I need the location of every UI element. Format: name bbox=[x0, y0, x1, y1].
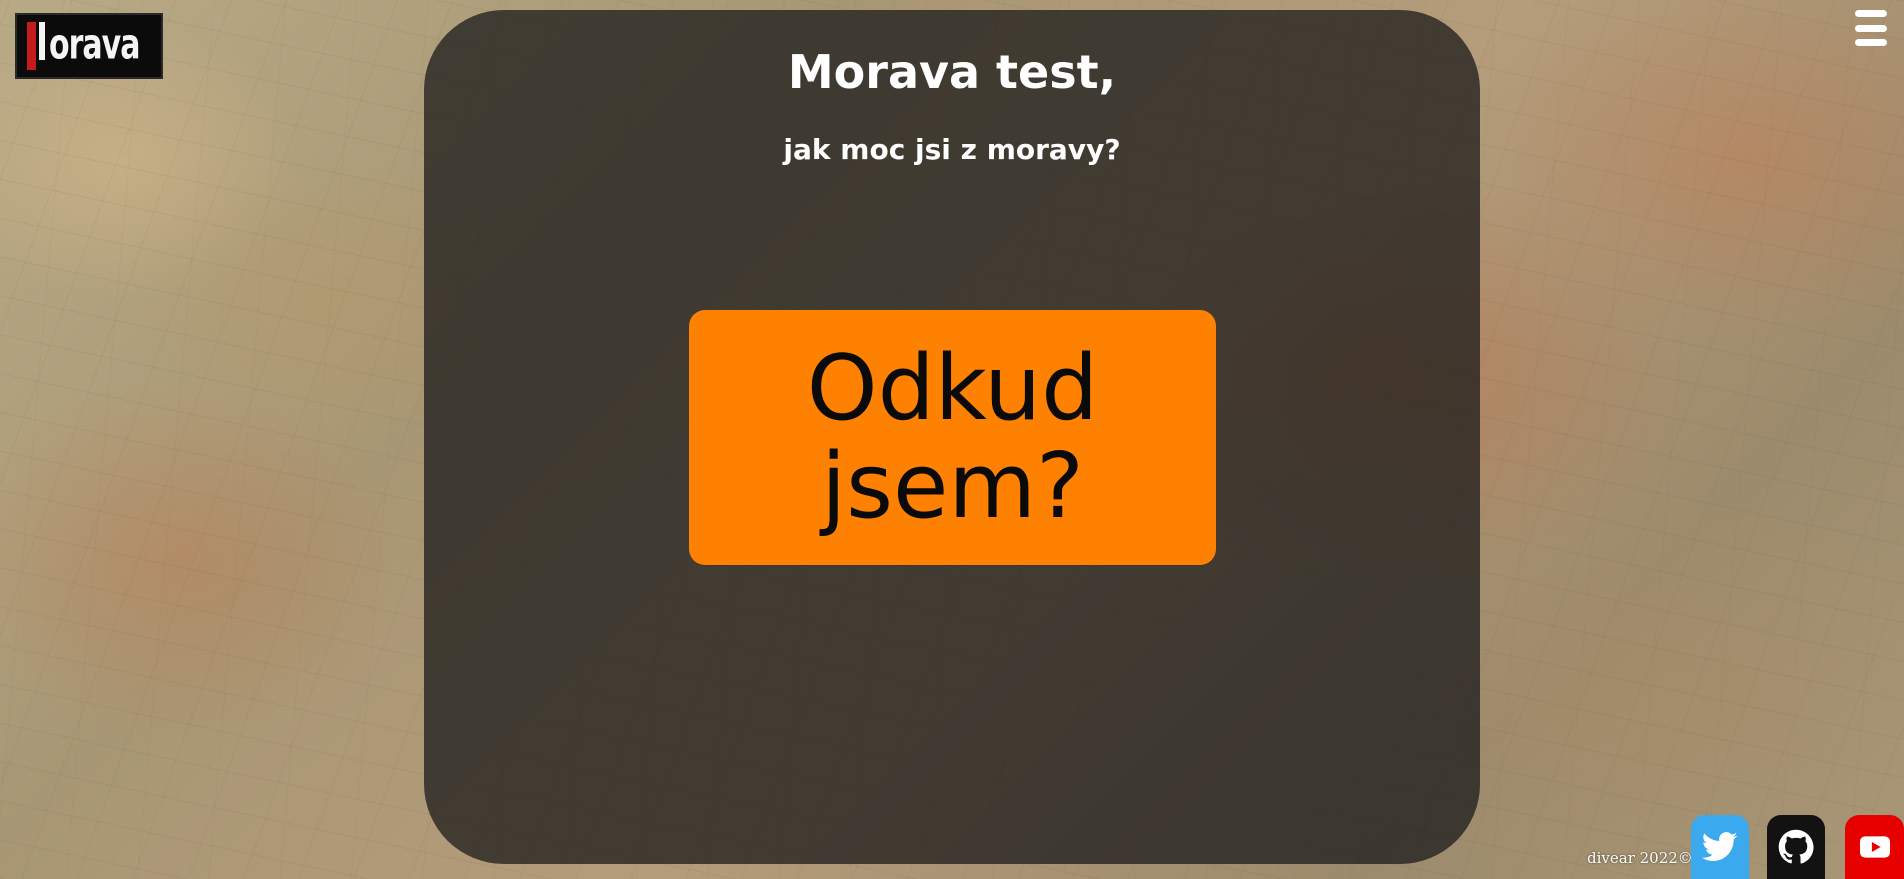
menu-line bbox=[1855, 39, 1887, 46]
menu-line bbox=[1855, 24, 1887, 32]
github-icon bbox=[1778, 829, 1814, 864]
logo-white-bar bbox=[39, 22, 45, 60]
logo-text: orava bbox=[49, 20, 140, 70]
morava-logo[interactable]: orava bbox=[15, 13, 163, 79]
youtube-link[interactable] bbox=[1845, 815, 1904, 879]
twitter-icon bbox=[1702, 832, 1738, 861]
hamburger-menu-icon[interactable] bbox=[1855, 10, 1887, 46]
copyright-text: divear 2022© bbox=[1587, 849, 1693, 867]
start-test-button[interactable]: Odkud jsem? bbox=[689, 310, 1216, 565]
menu-line bbox=[1855, 10, 1887, 17]
github-link[interactable] bbox=[1767, 815, 1825, 879]
logo-red-bar bbox=[27, 22, 36, 70]
page-subtitle: jak moc jsi z moravy? bbox=[783, 133, 1121, 166]
twitter-link[interactable] bbox=[1691, 815, 1749, 879]
youtube-icon bbox=[1859, 836, 1890, 858]
page-title: Morava test, bbox=[787, 45, 1117, 99]
